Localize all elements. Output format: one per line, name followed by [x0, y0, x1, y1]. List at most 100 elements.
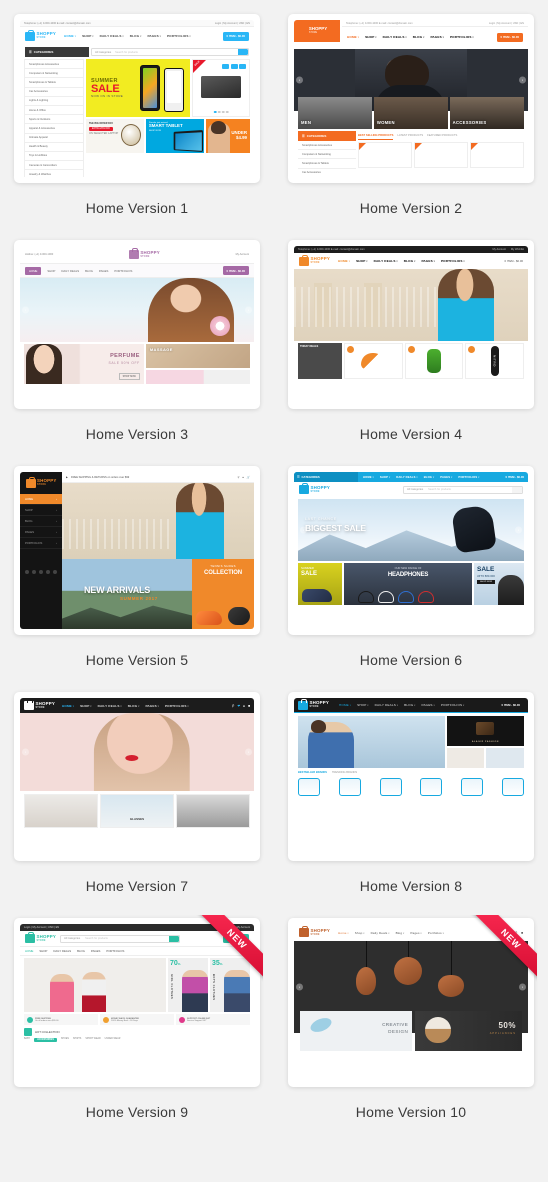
main-menu[interactable]: HOME SHOP DAILY DEALS BLOG PAGES PORTFOL… — [20, 946, 254, 956]
feature-card[interactable] — [486, 748, 525, 768]
logo[interactable]: SHOPPY STORE — [294, 20, 340, 42]
search-input[interactable]: All Categories Search for products — [403, 485, 523, 494]
tab-shoes[interactable]: SHOES — [61, 1038, 69, 1042]
search-icon[interactable]: ⚲ — [232, 704, 234, 708]
product-tabs[interactable]: BEST SELLING PRODUCTS LATEST PRODUCTS FE… — [358, 131, 524, 142]
cart-icon[interactable]: 🛒 — [247, 476, 250, 479]
menu-item-daily-deals[interactable]: DAILY DEALS — [383, 35, 407, 39]
menu-item-pages[interactable]: PAGES — [145, 704, 159, 708]
logo[interactable]: SHOPPY STORE — [298, 698, 329, 710]
menu-item-shop[interactable]: Shop — [355, 931, 365, 935]
feature-card-bag[interactable]: ALAGIR FASHION — [446, 716, 524, 746]
category-item[interactable]: Cameras & Camcorders — [25, 161, 83, 171]
thumbnail-card-home-4[interactable]: Telephone: (+1) 0-000-1000 E-mail: conta… — [288, 240, 534, 409]
category-list[interactable]: Smartphones Accessories Computers & Netw… — [25, 60, 83, 177]
google-icon[interactable] — [39, 570, 43, 574]
slider-next-icon[interactable]: › — [515, 526, 522, 534]
banner-button[interactable]: SHOP NOW — [118, 373, 140, 380]
hero-kids-banner[interactable] — [24, 958, 166, 1012]
menu-item-blog[interactable]: BLOG — [424, 476, 435, 479]
category-item[interactable]: Jewelry & Watches — [25, 170, 83, 177]
search-icon[interactable] — [512, 486, 522, 493]
category-item[interactable]: Health & Beauty — [25, 143, 83, 152]
cart-icon[interactable]: ■ — [521, 931, 523, 935]
menu-item-pages[interactable]: PAGES — [430, 35, 444, 39]
slider-next-icon[interactable]: › — [519, 983, 526, 991]
secondary-banner[interactable] — [145, 370, 250, 384]
category-item[interactable]: Sports & Outdoors — [25, 115, 83, 125]
logo[interactable]: SHOPPY STORE — [299, 926, 330, 937]
menu-item-blog[interactable]: BLOG — [130, 34, 142, 38]
main-menu[interactable]: HOME SHOP DAILY DEALS BLOG PAGES PORTFOL… — [20, 263, 254, 278]
category-item[interactable]: Smartphones & Tablets — [25, 78, 83, 88]
sidebar-nav[interactable]: SHOPPY STORE HOME › SHOP › BLOG › PAGES › POR… — [20, 472, 62, 629]
main-menu[interactable]: HOME SHOP DAILY DEALS BLOG PAGES PORTFOL… — [339, 703, 464, 707]
cart-button[interactable]: 0 ITEM - $0.00 — [222, 934, 249, 943]
category-item[interactable]: Car Accessories — [25, 88, 83, 97]
category-item[interactable]: Apparel & Accessories — [25, 124, 83, 134]
thumbnail-card-home-1[interactable]: Telephone: (+1) 0-000-1000 E-mail: conta… — [14, 14, 260, 183]
thumbnail-card-home-7[interactable]: SHOPPYSTORE HOME SHOP DAILY DEALS BLOG P… — [14, 692, 260, 861]
menu-item-home[interactable]: HOME — [363, 476, 374, 479]
cart-button[interactable]: 0 ITEM - $0.00 — [222, 266, 249, 275]
main-menu[interactable]: HOME SHOP DAILY DEALS BLOG PAGES PORTFOL… — [347, 35, 474, 39]
menu-item-home[interactable]: HOME — [25, 266, 42, 275]
slider-prev-icon[interactable]: ‹ — [296, 983, 303, 991]
wishlist-icon[interactable]: ❤ — [237, 704, 240, 708]
menu-item-portfolios[interactable]: PORTFOLIOS — [165, 704, 189, 708]
menu-item-shop[interactable]: SHOP — [357, 703, 369, 707]
hero-slider[interactable] — [62, 483, 254, 559]
feature-card[interactable] — [176, 794, 250, 828]
category-item[interactable]: Computers & Networking — [298, 150, 356, 160]
gallery-cell-home-10[interactable]: NEW SHOPPYSTORE Home Shop Daily Deals Bl… — [274, 904, 548, 1130]
category-list[interactable]: Smartphones Accessories Computers & Netw… — [298, 141, 356, 177]
headphones-tile[interactable]: OUR NEW RANGE OF HEADPHONES — [344, 563, 472, 605]
brand-logo[interactable] — [501, 778, 524, 796]
menu-item-portfolios[interactable]: PORTFOLIOS — [114, 269, 132, 273]
menu-item-daily-deals[interactable]: DAILY DEALS — [53, 949, 71, 953]
menu-item-daily-deals[interactable]: DAILY DEALS — [61, 269, 79, 273]
category-item[interactable]: Smartphones & Tablets — [298, 159, 356, 169]
search-input[interactable]: All Categories Search for products — [91, 48, 249, 56]
menu-item-home[interactable]: Home — [338, 931, 349, 935]
menu-item-blog[interactable]: BLOG — [128, 704, 140, 708]
tennis-shoes-banner[interactable]: TENNIS SHOES COLLECTION — [192, 559, 254, 629]
thumbnail-card-home-10[interactable]: NEW SHOPPYSTORE Home Shop Daily Deals Bl… — [288, 915, 537, 1087]
sidebar-item-blog[interactable]: BLOG › — [20, 516, 62, 527]
hero-slider[interactable]: ‹ › — [20, 713, 254, 791]
appliances-banner[interactable]: 50% APPLIANCES — [415, 1011, 522, 1051]
tab-under-wear[interactable]: UNDER WEAR — [105, 1038, 121, 1042]
my-account-link[interactable]: My Account — [492, 248, 505, 251]
sidebar-item-portfolios[interactable]: PORTFOLIOS › — [20, 538, 62, 549]
summer-sale-tile[interactable]: SUMMER SALE — [298, 563, 342, 605]
menu-item-home[interactable]: HOME — [64, 34, 76, 38]
main-menu[interactable]: HOME SHOP DAILY DEALS BLOG PAGES PORTFOL… — [363, 476, 480, 479]
gallery-cell-home-3[interactable]: Hotline: (+1) 0-000-1000 SHOPPY STORE My … — [0, 226, 274, 452]
slider-next-icon[interactable]: › — [245, 748, 252, 756]
menu-item-shop[interactable]: SHOP — [356, 259, 368, 263]
main-menu[interactable]: HOME SHOP DAILY DEALS BLOG PAGES PORTFOL… — [338, 259, 465, 263]
categories-button[interactable]: ☰ CATEGORIES — [298, 131, 356, 141]
category-item[interactable]: Home & Office — [25, 106, 83, 116]
thumbnail-card-home-3[interactable]: Hotline: (+1) 0-000-1000 SHOPPY STORE My … — [14, 240, 260, 409]
logo[interactable]: SHOPPY STORE — [20, 472, 62, 494]
menu-item-pages[interactable]: Pages — [410, 931, 421, 935]
brand-logo[interactable] — [420, 778, 443, 796]
brand-logos[interactable] — [298, 776, 524, 796]
category-item[interactable]: Toys & Hobbies — [25, 152, 83, 162]
categories-button[interactable]: ☰ CATEGORIES — [294, 472, 358, 482]
menu-item-pages[interactable]: PAGES — [440, 476, 452, 479]
feature-card[interactable] — [446, 748, 485, 768]
feature-card-main[interactable] — [298, 716, 445, 768]
menu-item-shop[interactable]: SHOP — [80, 704, 92, 708]
cart-button[interactable]: 0 ITEM - $0.00 — [222, 31, 249, 41]
menu-item-shop[interactable]: SHOP — [365, 35, 377, 39]
menu-item-blog[interactable]: BLOG — [404, 703, 415, 707]
menu-item-portfolios[interactable]: PORTFOLIOS — [167, 34, 191, 38]
brand-logo[interactable] — [338, 778, 361, 796]
slider-prev-icon[interactable]: ‹ — [22, 306, 29, 314]
featured-product-card[interactable]: SALE — [192, 59, 250, 117]
menu-item-home[interactable]: HOME — [339, 703, 351, 707]
thumbnail-card-home-2[interactable]: SHOPPY STORE Telephone: (+1) 0-000-1000 E… — [288, 14, 534, 183]
tile-button[interactable]: EXTRA 20% OFF — [89, 126, 113, 131]
